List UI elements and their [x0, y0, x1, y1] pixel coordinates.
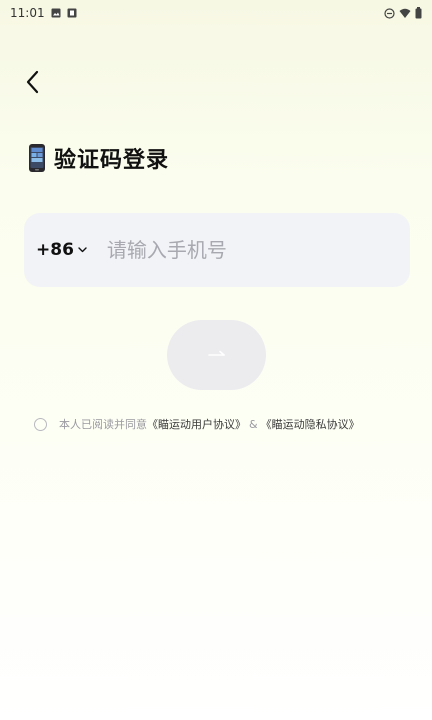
agreement-connector: &	[249, 417, 258, 431]
phone-emoji-icon	[28, 143, 46, 173]
status-right	[384, 7, 422, 19]
status-time: 11:01	[10, 6, 45, 20]
image-icon	[51, 8, 61, 18]
country-code-selector[interactable]: +86	[36, 240, 87, 260]
chevron-down-icon	[78, 247, 87, 253]
do-not-disturb-icon	[384, 7, 395, 19]
notification-icon	[67, 8, 77, 18]
agreement-prefix: 本人已阅读并同意	[59, 418, 147, 431]
page-title: 验证码登录	[28, 142, 169, 174]
agreement-row: 本人已阅读并同意 《瞄运动用户协议》 & 《瞄运动隐私协议》	[34, 416, 360, 432]
phone-input[interactable]	[104, 237, 389, 263]
status-bar: 11:01	[0, 0, 432, 26]
user-agreement-link[interactable]: 《瞄运动用户协议》	[147, 416, 246, 432]
privacy-agreement-link[interactable]: 《瞄运动隐私协议》	[261, 416, 360, 432]
arrow-right-icon	[207, 350, 226, 360]
agreement-checkbox[interactable]	[34, 417, 47, 431]
back-button[interactable]	[18, 66, 46, 98]
country-code-label: +86	[36, 240, 74, 260]
chevron-left-icon	[25, 70, 39, 94]
phone-field: +86	[24, 213, 410, 287]
next-button[interactable]	[167, 320, 266, 390]
wifi-icon	[399, 8, 411, 19]
page-title-text: 验证码登录	[54, 148, 170, 173]
battery-icon	[415, 7, 422, 19]
status-left: 11:01	[10, 6, 77, 20]
